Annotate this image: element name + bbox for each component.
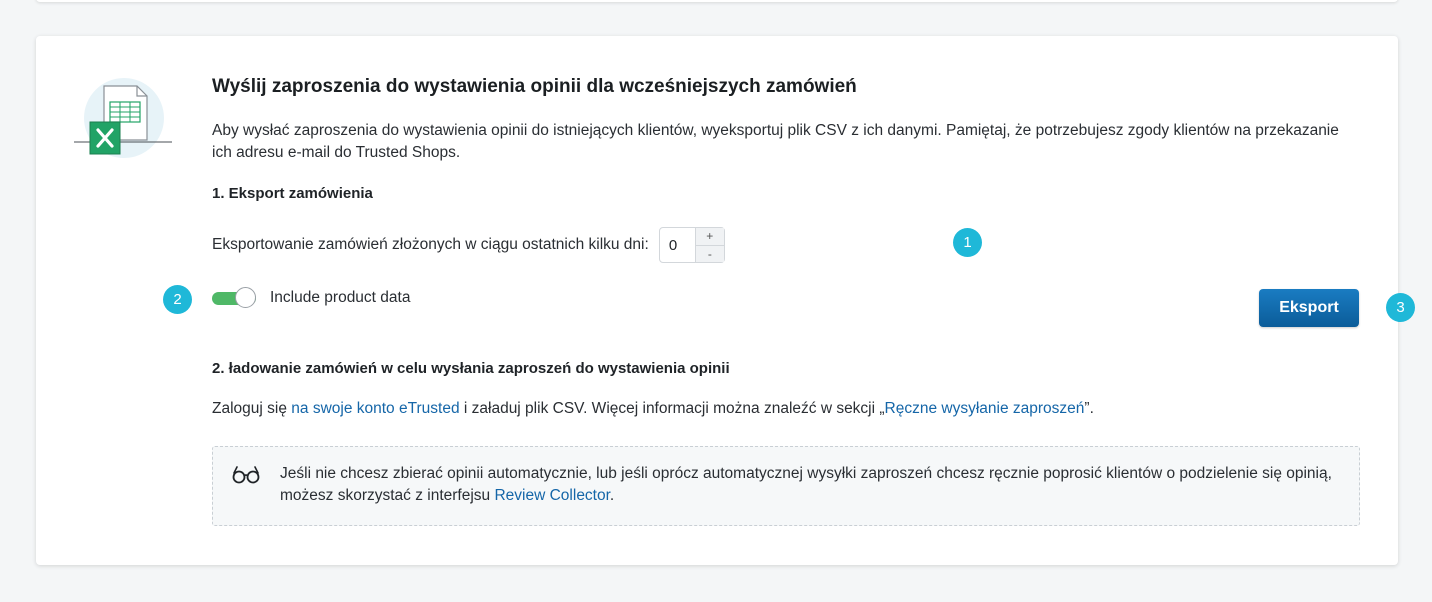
step1-title: 1. Eksport zamówienia: [212, 185, 373, 202]
info-text-body: Jeśli nie chcesz zbierać opinii automaty…: [280, 465, 1332, 504]
step-badge-3: 3: [1386, 293, 1415, 322]
section-title: Wyślij zaproszenia do wystawienia opinii…: [212, 76, 857, 97]
toggle-knob: [235, 287, 256, 308]
login-text-middle: i załaduj plik CSV. Więcej informacji mo…: [459, 400, 885, 417]
step-badge-2: 2: [163, 285, 192, 314]
include-product-label: Include product data: [270, 289, 411, 306]
days-row: Eksportowanie zamówień złożonych w ciągu…: [212, 226, 725, 264]
glasses-icon: [232, 466, 260, 484]
include-product-toggle[interactable]: [212, 287, 258, 309]
step-badge-1: 1: [953, 228, 982, 257]
export-button[interactable]: Eksport: [1259, 289, 1359, 327]
increment-button[interactable]: +: [695, 228, 724, 246]
csv-excel-file-icon: [74, 78, 172, 158]
decrement-button[interactable]: -: [695, 245, 724, 262]
stepper-buttons: + -: [694, 228, 724, 262]
login-instructions: Zaloguj się na swoje konto eTrusted i za…: [212, 400, 1094, 418]
login-text-start: Zaloguj się: [212, 400, 292, 417]
info-text: Jeśli nie chcesz zbierać opinii automaty…: [280, 463, 1340, 507]
include-product-row: Include product data: [212, 285, 410, 311]
login-text-end: ”.: [1084, 400, 1094, 417]
previous-card: [36, 0, 1398, 2]
etrusted-account-link[interactable]: na swoje konto eTrusted: [291, 400, 459, 417]
days-label: Eksportowanie zamówień złożonych w ciągu…: [212, 236, 649, 253]
review-collector-link[interactable]: Review Collector: [494, 487, 609, 504]
days-input[interactable]: 0: [660, 228, 695, 262]
section-description: Aby wysłać zaproszenia do wystawienia op…: [212, 122, 1339, 161]
days-stepper[interactable]: 0 + -: [658, 227, 725, 263]
export-orders-card: Wyślij zaproszenia do wystawienia opinii…: [36, 36, 1415, 565]
manual-invites-link[interactable]: Ręczne wysyłanie zaproszeń: [885, 400, 1085, 417]
step2-title: 2. ładowanie zamówień w celu wysłania za…: [212, 360, 730, 377]
info-text-end: .: [609, 487, 615, 504]
info-box: Jeśli nie chcesz zbierać opinii automaty…: [212, 446, 1360, 526]
